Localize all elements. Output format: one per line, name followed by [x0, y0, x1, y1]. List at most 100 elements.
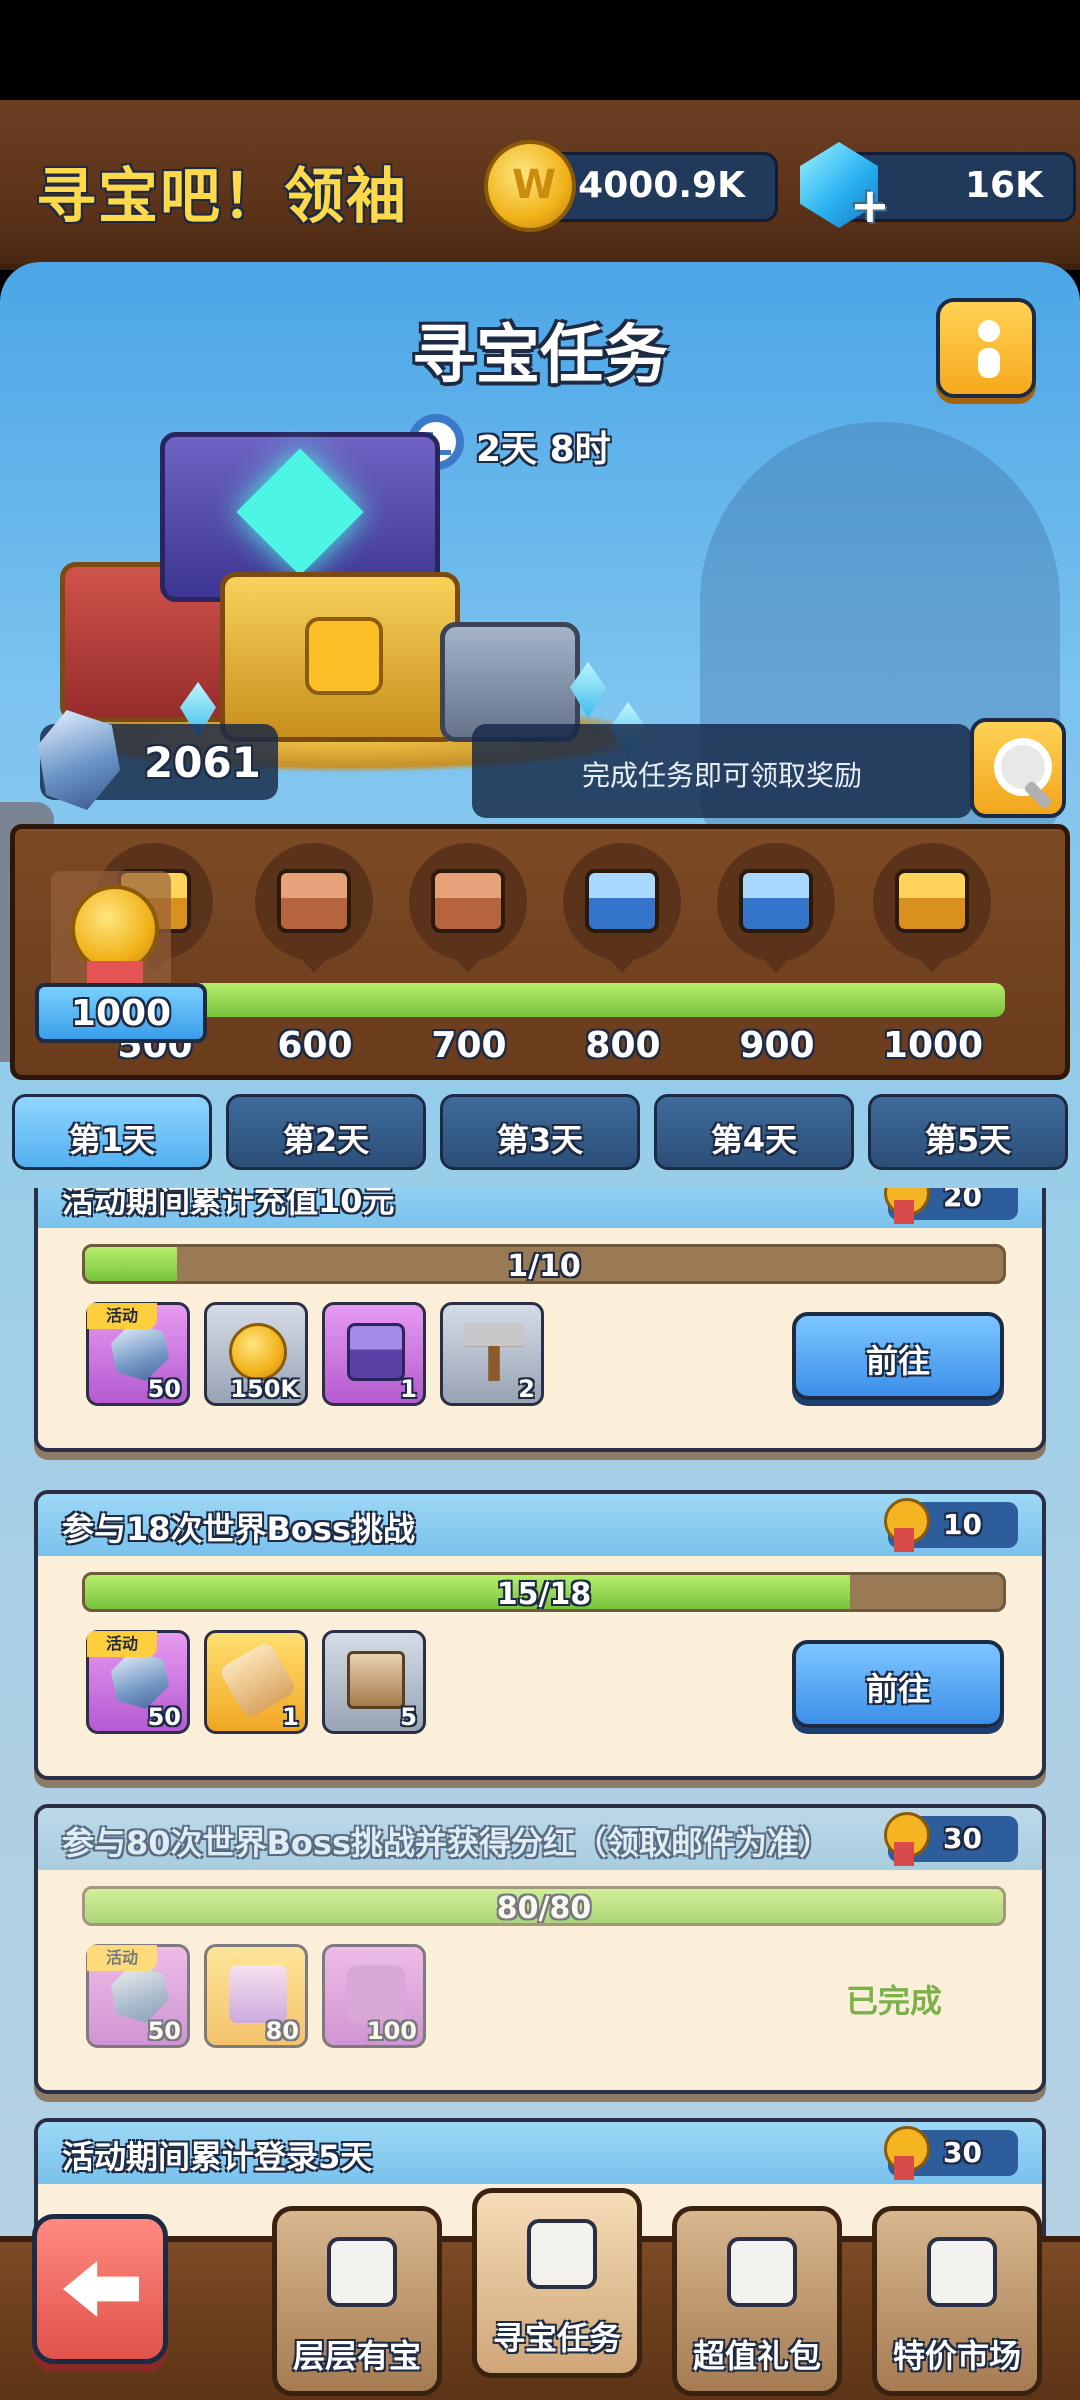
reward-coin[interactable]: 150K	[204, 1302, 308, 1406]
event-tag: 活动	[87, 1631, 157, 1657]
blue-chest-icon	[585, 869, 659, 933]
shop-icon	[927, 2237, 997, 2307]
nav-special-market[interactable]: 特价市场	[872, 2206, 1042, 2396]
current-points-medal: 1000	[31, 851, 207, 1061]
gift-icon	[727, 2237, 797, 2307]
milestone-progress-bar	[165, 983, 1005, 1017]
add-gems-icon[interactable]: +	[848, 182, 892, 230]
hammer-icon	[465, 1323, 523, 1381]
clipboard-icon	[527, 2219, 597, 2289]
go-button[interactable]: 前往	[792, 1640, 1004, 1728]
back-button[interactable]	[32, 2214, 168, 2364]
status-bar	[0, 0, 1080, 100]
task-progress-bar: 1/10	[82, 1244, 1006, 1284]
reward-hammer[interactable]: 2	[440, 1302, 544, 1406]
medal-icon	[884, 1188, 930, 1224]
task-progress-text: 15/18	[496, 1577, 592, 1612]
nav-value-pack[interactable]: 超值礼包	[672, 2206, 842, 2396]
milestone-chest-3[interactable]	[409, 843, 527, 973]
header-title: 寻宝吧！领袖	[36, 162, 408, 232]
milestone-progress-fill	[165, 983, 1005, 1017]
task-title: 参与18次世界Boss挑战	[62, 1510, 416, 1548]
gold-value: 4000.9K	[578, 165, 745, 206]
nav-treasure-task[interactable]: 寻宝任务	[472, 2188, 642, 2378]
milestone-chest-4[interactable]	[563, 843, 681, 973]
milestone-label: 600	[277, 1025, 353, 1066]
reward-quantity: 1	[282, 1703, 299, 1731]
coin-icon	[229, 1323, 287, 1381]
puzzle-purple-icon	[347, 1965, 405, 2023]
gem-value: 16K	[965, 165, 1043, 206]
task-card: 参与18次世界Boss挑战 10 15/18 活动 50 1 5 前往	[34, 1490, 1046, 1780]
bronze-chest-icon	[431, 869, 505, 933]
reward-chest[interactable]: 1	[322, 1302, 426, 1406]
reward-crystal[interactable]: 活动 50	[86, 1944, 190, 2048]
milestone-label: 1000	[882, 1025, 984, 1066]
task-progress-bar: 15/18	[82, 1572, 1006, 1612]
chest-icon	[347, 1323, 405, 1381]
reward-puzzle-gold[interactable]: 80	[204, 1944, 308, 2048]
task-card: 活动期间累计充值10元 20 1/10 活动 50 150K 1 2 前往	[34, 1188, 1046, 1452]
points-value: 2061	[144, 738, 261, 787]
hint-box: 完成任务即可领取奖励	[472, 724, 972, 818]
tab-day-2[interactable]: 第2天	[226, 1094, 426, 1170]
tab-day-4[interactable]: 第4天	[654, 1094, 854, 1170]
page-title: 寻宝任务	[412, 319, 668, 393]
gold-coin-icon	[484, 140, 576, 232]
crystal-icon	[111, 1651, 169, 1709]
reward-quantity: 50	[147, 1375, 181, 1403]
reward-quantity: 5	[400, 1703, 417, 1731]
milestone-label: 900	[739, 1025, 815, 1066]
task-title: 活动期间累计充值10元	[62, 1188, 395, 1220]
milestone-chest-6[interactable]	[873, 843, 991, 973]
reward-quantity: 50	[147, 2017, 181, 2045]
bronze-chest-icon	[277, 869, 351, 933]
reward-quantity: 1	[400, 1375, 417, 1403]
reward-quantity: 80	[265, 2017, 299, 2045]
reward-scroll[interactable]: 1	[204, 1630, 308, 1734]
medal-icon	[71, 885, 159, 973]
reward-quantity: 2	[518, 1375, 535, 1403]
milestone-chest-2[interactable]	[255, 843, 373, 973]
milestone-label: 800	[585, 1025, 661, 1066]
milestone-chest-5[interactable]	[717, 843, 835, 973]
puzzle-gold-icon	[229, 1965, 287, 2023]
task-title: 参与80次世界Boss挑战并获得分红（领取邮件为准）	[62, 1824, 832, 1862]
reward-book[interactable]: 5	[322, 1630, 426, 1734]
task-card: 参与80次世界Boss挑战并获得分红（领取邮件为准） 30 80/80 活动 50…	[34, 1804, 1046, 2094]
completed-status: 已完成	[845, 1982, 942, 2020]
event-tag: 活动	[87, 1303, 157, 1329]
event-tag: 活动	[87, 1945, 157, 1971]
task-progress-text: 1/10	[507, 1249, 581, 1284]
hint-text: 完成任务即可领取奖励	[581, 759, 862, 792]
info-button[interactable]	[936, 298, 1036, 398]
reward-crystal[interactable]: 活动 50	[86, 1302, 190, 1406]
gold-chest-icon	[895, 869, 969, 933]
tab-day-3[interactable]: 第3天	[440, 1094, 640, 1170]
gold-chest-art	[220, 572, 460, 742]
task-title: 活动期间累计登录5天	[62, 2138, 373, 2176]
milestone-track: 500 600 700 800 900 1000 1000	[10, 824, 1070, 1080]
task-progress-bar: 80/80	[82, 1886, 1006, 1926]
crystal-icon	[111, 1323, 169, 1381]
reward-crystal[interactable]: 活动 50	[86, 1630, 190, 1734]
reward-puzzle-purple[interactable]: 100	[322, 1944, 426, 2048]
blue-chest-icon	[739, 869, 813, 933]
medal-icon	[884, 1498, 930, 1552]
tab-day-5[interactable]: 第5天	[868, 1094, 1068, 1170]
milestone-label: 700	[431, 1025, 507, 1066]
arrow-left-icon	[63, 2261, 139, 2317]
reward-quantity: 150K	[230, 1375, 299, 1403]
medal-icon	[884, 2126, 930, 2180]
book-icon	[347, 1651, 405, 1709]
nav-layered-treasure[interactable]: 层层有宝	[272, 2206, 442, 2396]
reward-quantity: 50	[147, 1703, 181, 1731]
magnifier-button[interactable]	[970, 718, 1066, 818]
medal-value: 1000	[70, 993, 172, 1034]
task-progress-text: 80/80	[496, 1891, 592, 1926]
tab-day-1[interactable]: 第1天	[12, 1094, 212, 1170]
treasure-icon	[327, 2237, 397, 2307]
medal-icon	[884, 1812, 930, 1866]
go-button[interactable]: 前往	[792, 1312, 1004, 1400]
reward-quantity: 100	[366, 2017, 417, 2045]
